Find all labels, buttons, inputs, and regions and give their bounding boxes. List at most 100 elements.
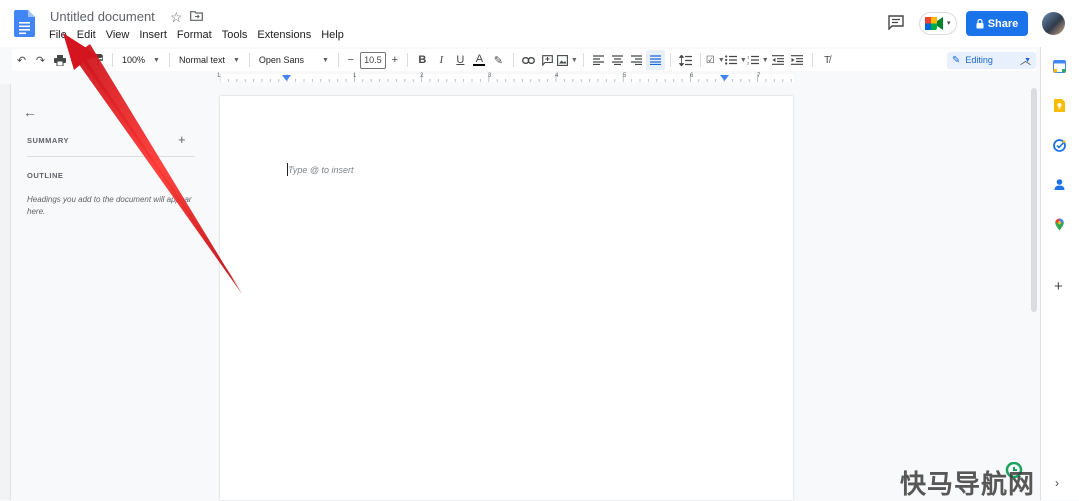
star-icon[interactable]: ☆ [170,9,183,26]
line-spacing-icon[interactable] [676,50,695,70]
ruler-number: 3 [488,73,492,79]
menu-view[interactable]: View [101,27,135,43]
ruler-number: 5 [623,73,627,79]
ruler-number: 1 [353,73,357,79]
vertical-ruler [0,84,11,500]
watermark-logo: 快马导航网 [900,461,1060,500]
toolbar-divider [337,53,339,67]
get-add-ons-icon[interactable]: + [1054,278,1063,295]
highlight-icon[interactable]: ✎ [489,50,508,70]
left-indent-marker-icon[interactable] [282,75,291,82]
toolbar-divider [406,53,408,67]
add-comment-icon[interactable] [538,50,557,70]
ruler-number: 1 [217,73,221,79]
meet-button[interactable]: ▾ [919,12,957,35]
font-size-input[interactable]: 10.5 [359,51,386,69]
toolbar-divider [582,53,584,67]
toolbar-divider [248,53,250,67]
zoom-select[interactable]: 100% ▼ [118,55,164,65]
increase-font-size-button[interactable]: + [388,50,402,70]
align-right-icon[interactable] [627,50,646,70]
toolbar-divider [699,53,701,67]
menu-help[interactable]: Help [316,27,349,43]
svg-text:2: 2 [747,61,750,66]
ruler-number: 6 [690,73,694,79]
document-title[interactable]: Untitled document [50,9,155,24]
undo-icon[interactable]: ↶ [12,50,31,70]
toolbar-divider [112,53,113,67]
menu-tools[interactable]: Tools [217,27,253,43]
spellcheck-icon[interactable]: A✓ [69,50,88,70]
document-page[interactable] [220,96,793,500]
zoom-value: 100% [122,55,146,65]
decrease-font-size-button[interactable]: − [344,50,358,70]
hide-menus-icon[interactable]: ︿ [1020,52,1031,68]
toolbar-divider [168,53,170,67]
toolbar-divider [811,53,813,67]
bold-icon[interactable]: B [413,50,432,70]
decrease-indent-icon[interactable] [769,50,788,70]
watermark-text: 快马导航网 [900,470,1036,500]
clear-formatting-icon[interactable]: T̸ [818,50,837,70]
share-button[interactable]: Share [966,11,1028,36]
italic-icon[interactable]: I [432,50,451,70]
ruler-number: 4 [555,73,559,79]
menu-bar: File Edit View Insert Format Tools Exten… [44,27,349,43]
paint-format-icon[interactable] [88,50,107,70]
increase-indent-icon[interactable] [788,50,807,70]
style-select[interactable]: Normal text ▼ [175,55,244,65]
svg-text:1: 1 [747,55,750,60]
maps-icon[interactable] [1053,218,1066,231]
font-select[interactable]: Open Sans ▼ [255,55,333,65]
bulleted-list-icon[interactable]: ▼ [724,50,747,70]
add-summary-icon[interactable]: + [178,132,186,147]
document-placeholder[interactable]: Type @ to insert [288,165,354,175]
ruler-number: 7 [757,73,761,79]
align-justify-icon[interactable] [645,50,665,70]
move-folder-icon[interactable] [190,11,203,21]
docs-logo-icon[interactable] [14,10,35,37]
ruler-ticks [220,74,792,82]
share-label: Share [987,17,1019,30]
menu-file[interactable]: File [44,27,72,43]
keep-icon[interactable] [1053,99,1066,112]
numbered-list-icon[interactable]: 1 2 ▼ [747,50,769,70]
link-icon[interactable] [519,50,538,70]
vertical-scrollbar[interactable] [1031,88,1037,312]
checklist-icon[interactable]: ☑ ▼ [706,50,725,70]
right-indent-marker-icon[interactable] [720,75,729,82]
align-left-icon[interactable] [589,50,608,70]
calendar-icon[interactable] [1053,60,1066,73]
chevron-down-icon: ▼ [570,56,578,64]
redo-icon[interactable]: ↷ [31,50,50,70]
underline-icon[interactable]: U [451,50,470,70]
style-value: Normal text [178,55,225,65]
chevron-down-icon: ▼ [153,56,160,64]
text-color-icon[interactable]: A [470,50,489,70]
side-panel [1040,47,1079,500]
account-avatar[interactable] [1042,12,1065,35]
menu-format[interactable]: Format [172,27,217,43]
contacts-icon[interactable] [1053,178,1066,191]
comment-history-icon[interactable] [888,15,904,30]
close-outline-icon[interactable]: ← [23,104,37,120]
font-value: Open Sans [258,55,304,65]
menu-edit[interactable]: Edit [72,27,101,43]
editing-mode-label: Editing [965,55,993,65]
outline-divider [27,156,195,157]
chevron-down-icon: ▾ [947,20,951,27]
outline-heading: OUTLINE [27,171,64,180]
chevron-down-icon: ▼ [717,56,725,64]
menu-insert[interactable]: Insert [134,27,172,43]
menu-extensions[interactable]: Extensions [252,27,316,43]
chevron-down-icon: ▼ [232,56,240,64]
summary-heading: SUMMARY [27,136,69,145]
lock-icon [976,18,984,28]
pencil-icon: ✎ [952,54,961,66]
outline-hint: Headings you add to the document will ap… [27,195,192,216]
tasks-icon[interactable] [1053,139,1066,152]
print-icon[interactable] [50,50,69,70]
meet-icon [925,17,943,30]
align-center-icon[interactable] [608,50,627,70]
insert-image-icon[interactable]: ▼ [556,50,578,70]
